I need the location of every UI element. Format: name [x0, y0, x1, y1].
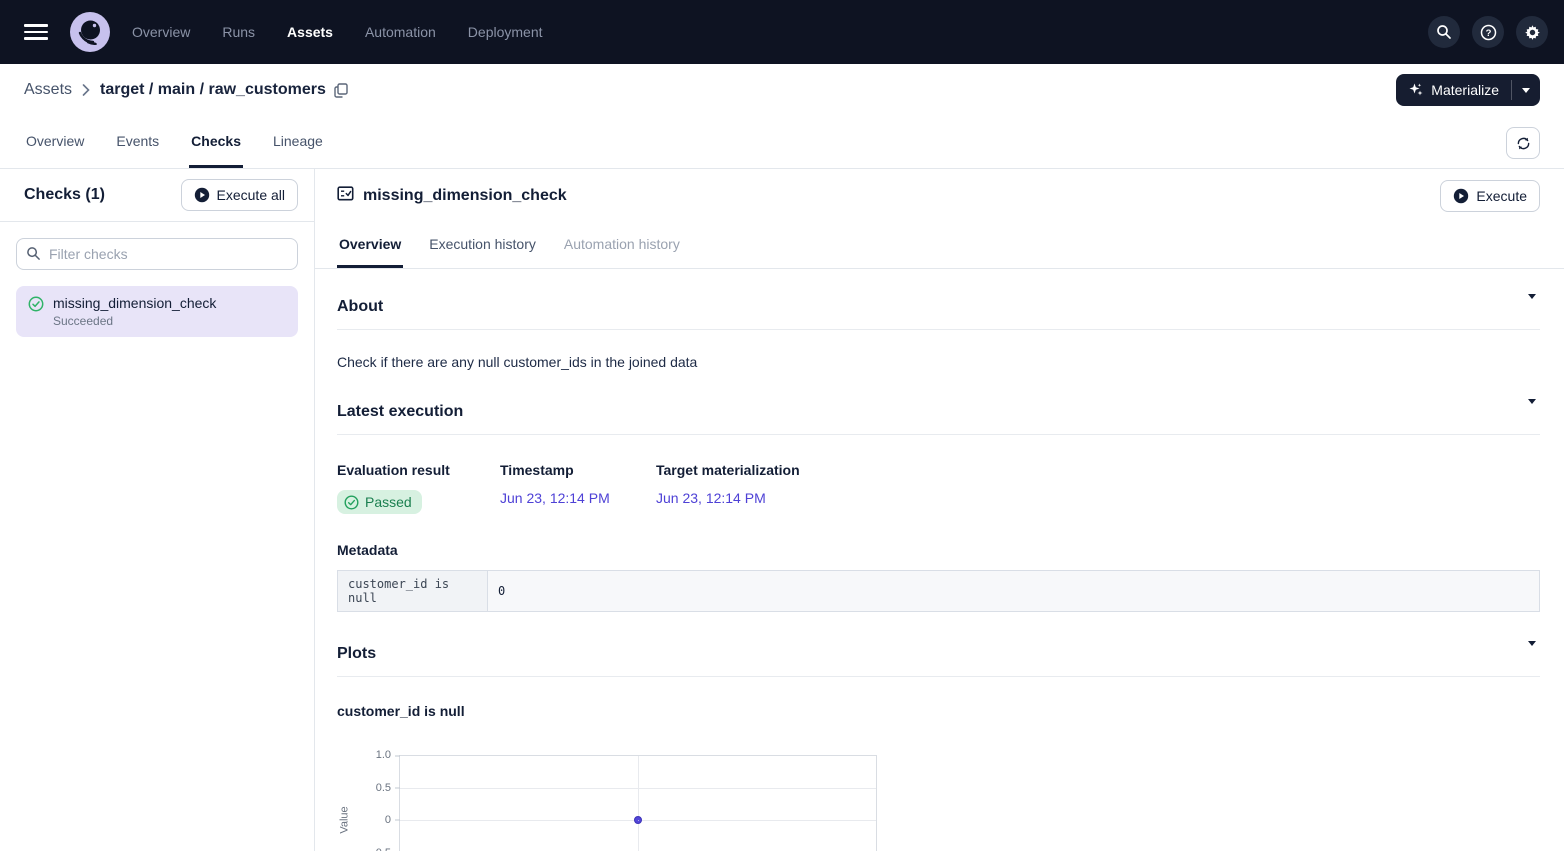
data-point[interactable]	[634, 816, 642, 824]
plots-section-title: Plots	[337, 645, 376, 663]
tick-mark	[395, 788, 400, 789]
timestamp-header: Timestamp	[500, 462, 656, 478]
play-icon	[194, 187, 210, 203]
about-description: Check if there are any null customer_ids…	[337, 354, 1540, 370]
latest-execution-section-title: Latest execution	[337, 403, 463, 421]
materialize-dropdown-button[interactable]	[1512, 74, 1540, 106]
plot-title: customer_id is null	[337, 703, 1540, 719]
chevron-down-icon	[1522, 88, 1530, 93]
target-materialization-header: Target materialization	[656, 462, 800, 478]
materialize-split-button: Materialize	[1396, 74, 1540, 106]
chevron-right-icon	[82, 84, 90, 96]
nav-overview[interactable]: Overview	[132, 24, 190, 40]
metadata-table: customer_id is null 0	[337, 570, 1540, 612]
divider	[337, 676, 1540, 677]
help-icon[interactable]: ?	[1472, 16, 1504, 48]
tab-execution-history[interactable]: Execution history	[427, 222, 538, 268]
check-detail-panel: missing_dimension_check Execute Overview…	[315, 169, 1564, 851]
check-list-item[interactable]: missing_dimension_check Succeeded	[16, 286, 298, 337]
play-icon	[1453, 188, 1469, 204]
filter-checks-input[interactable]	[16, 238, 298, 270]
tab-events[interactable]: Events	[114, 133, 161, 168]
nav-assets[interactable]: Assets	[287, 24, 333, 40]
nav-automation[interactable]: Automation	[365, 24, 436, 40]
checks-sidebar: Checks (1) Execute all missing_dimension…	[0, 169, 315, 851]
table-row: customer_id is null 0	[338, 571, 1540, 612]
y-axis-label: Value	[337, 755, 353, 851]
timestamp-link[interactable]: Jun 23, 12:14 PM	[500, 490, 656, 506]
check-detail-title: missing_dimension_check	[363, 187, 567, 205]
plot-area: Jun 23, 12:14 PM Jun 23, 12:14 PM Jun 23…	[399, 755, 877, 851]
asset-check-icon	[337, 185, 354, 207]
execute-button[interactable]: Execute	[1440, 180, 1540, 212]
copy-icon[interactable]	[334, 83, 348, 98]
collapse-latest-execution-icon[interactable]	[1524, 400, 1540, 423]
asset-tabs-bar: Overview Events Checks Lineage	[0, 116, 1564, 169]
passed-status-badge: Passed	[337, 490, 422, 514]
gridline	[638, 756, 639, 851]
checks-count-title: Checks (1)	[24, 186, 105, 204]
y-tick: 0.5	[376, 782, 391, 794]
check-status: Succeeded	[53, 314, 216, 328]
evaluation-result-header: Evaluation result	[337, 462, 500, 478]
tab-checks[interactable]: Checks	[189, 133, 243, 168]
execute-all-button[interactable]: Execute all	[181, 179, 298, 211]
check-value-chart: Value 1.0 0.5 0 -0.5 -1.0	[337, 755, 1540, 851]
dagster-logo[interactable]	[70, 12, 110, 52]
about-section-title: About	[337, 298, 383, 316]
tab-check-overview[interactable]: Overview	[337, 222, 403, 268]
divider	[337, 434, 1540, 435]
check-success-icon	[28, 296, 44, 328]
sparkle-icon	[1408, 82, 1424, 98]
materialize-button[interactable]: Materialize	[1396, 74, 1511, 106]
settings-gear-icon[interactable]	[1516, 16, 1548, 48]
collapse-plots-icon[interactable]	[1524, 642, 1540, 665]
metadata-title: Metadata	[337, 542, 1540, 558]
breadcrumb-asset-path: target / main / raw_customers	[100, 81, 326, 99]
tab-automation-history[interactable]: Automation history	[562, 222, 682, 268]
check-detail-tabs: Overview Execution history Automation hi…	[315, 222, 1564, 269]
collapse-about-icon[interactable]	[1524, 295, 1540, 318]
nav-deployment[interactable]: Deployment	[468, 24, 543, 40]
search-icon	[26, 246, 41, 266]
divider	[337, 329, 1540, 330]
breadcrumb: Assets target / main / raw_customers Mat…	[0, 64, 1564, 116]
metadata-key: customer_id is null	[338, 571, 488, 612]
tab-lineage[interactable]: Lineage	[271, 133, 325, 168]
latest-execution-summary: Evaluation result Passed Timestamp Jun 2…	[337, 462, 1540, 514]
tick-mark	[395, 820, 400, 821]
metadata-value: 0	[488, 571, 1540, 612]
nav-runs[interactable]: Runs	[222, 24, 255, 40]
check-name: missing_dimension_check	[53, 295, 216, 311]
y-tick: 1.0	[376, 749, 391, 761]
target-materialization-link[interactable]: Jun 23, 12:14 PM	[656, 490, 800, 506]
check-circle-icon	[344, 495, 359, 510]
y-tick: -0.5	[372, 847, 391, 851]
nav-actions: ?	[1428, 16, 1548, 48]
y-axis-ticks: 1.0 0.5 0 -0.5 -1.0	[353, 755, 399, 851]
refresh-icon[interactable]	[1506, 127, 1540, 159]
primary-nav: Overview Runs Assets Automation Deployme…	[132, 24, 543, 40]
y-tick: 0	[385, 814, 391, 826]
menu-icon[interactable]	[24, 20, 48, 44]
breadcrumb-assets-link[interactable]: Assets	[24, 81, 72, 99]
svg-text:?: ?	[1485, 28, 1491, 39]
tick-mark	[395, 756, 400, 757]
search-icon[interactable]	[1428, 16, 1460, 48]
tab-overview[interactable]: Overview	[24, 133, 86, 168]
top-nav: Overview Runs Assets Automation Deployme…	[0, 0, 1564, 64]
